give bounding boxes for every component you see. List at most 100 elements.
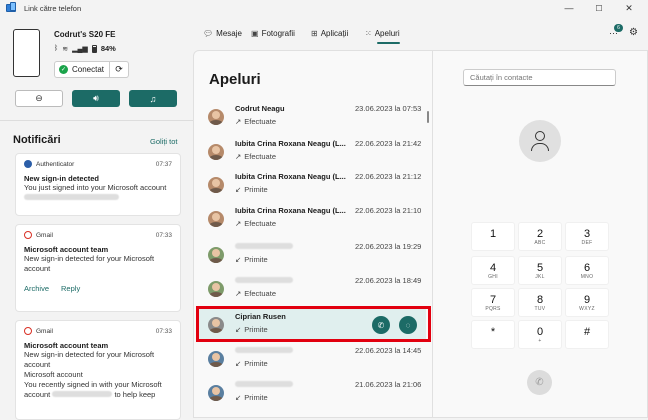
- phone-image: [13, 29, 40, 77]
- contacts-search-input[interactable]: [463, 69, 616, 86]
- dnd-icon: ⊖: [35, 93, 43, 103]
- notification-time: 07:33: [155, 231, 172, 239]
- call-back-button[interactable]: ✆: [372, 316, 390, 334]
- connection-status: ✓ Conectat ⟳: [54, 61, 130, 78]
- dial-call-button[interactable]: ✆: [527, 370, 552, 395]
- battery-icon: [91, 44, 97, 53]
- window-title: Link către telefon: [24, 3, 82, 13]
- refresh-icon: ⟳: [115, 64, 123, 74]
- notifications-heading: Notificări: [13, 134, 61, 146]
- incoming-call-icon: ↙: [235, 393, 242, 402]
- reply-action[interactable]: Reply: [61, 284, 80, 293]
- chat-icon: 💬︎: [203, 28, 214, 38]
- notification-time: 07:33: [155, 327, 172, 335]
- key-2[interactable]: 2 ABC: [518, 222, 562, 251]
- device-name: Codrut's S20 FE: [54, 30, 116, 39]
- divider: [0, 120, 193, 121]
- call-item[interactable]: ↙ Primite 21.06.2023 la 21:06: [198, 377, 426, 408]
- phone-link-app-icon: [6, 2, 16, 12]
- incoming-call-icon: ↙: [235, 325, 242, 334]
- minimize-button[interactable]: —: [554, 0, 584, 16]
- key-3[interactable]: 3 DEF: [565, 222, 609, 251]
- key-6[interactable]: 6 MNO: [565, 256, 609, 285]
- chat-icon: ◌: [405, 320, 411, 330]
- notification-card[interactable]: Gmail 07:33 Microsoft account team New s…: [15, 224, 181, 312]
- sync-button[interactable]: ⟳: [110, 64, 128, 75]
- bluetooth-icon: ᛒ: [54, 45, 59, 52]
- media-button[interactable]: ♫: [129, 90, 177, 107]
- call-item[interactable]: Iubita Crina Roxana Neagu (L... ↗ Efectua…: [198, 136, 426, 167]
- do-not-disturb-button[interactable]: ⊖: [15, 90, 63, 107]
- check-icon: ✓: [59, 65, 68, 74]
- call-item[interactable]: ↗ Efectuate 22.06.2023 la 18:49: [198, 273, 426, 304]
- archive-action[interactable]: Archive: [24, 284, 49, 293]
- redacted-name: [235, 381, 293, 387]
- redacted-text: [52, 391, 113, 397]
- avatar: [208, 385, 224, 401]
- notification-title: New sign-in detected: [24, 174, 100, 183]
- key-1[interactable]: 1: [471, 222, 515, 251]
- title-bar: Link către telefon: [0, 0, 648, 16]
- gmail-icon: [24, 231, 32, 239]
- outgoing-call-icon: ↗: [235, 152, 242, 161]
- avatar: [208, 109, 224, 125]
- call-item[interactable]: Codrut Neagu ↗ Efectuate 23.06.2023 la 07…: [198, 101, 426, 132]
- tab-calls[interactable]: ⁙ Apeluri: [365, 24, 400, 44]
- phone-icon: ✆: [535, 377, 544, 388]
- notification-card[interactable]: Gmail 07:33 Microsoft account team New s…: [15, 320, 181, 420]
- maximize-button[interactable]: ☐: [584, 0, 614, 16]
- tab-messages[interactable]: 💬︎ Mesaje: [203, 24, 242, 42]
- music-note-icon: ♫: [149, 93, 157, 104]
- key-7[interactable]: 7 PQRS: [471, 288, 515, 317]
- phone-icon: ✆: [377, 320, 385, 330]
- redacted-name: [235, 243, 293, 249]
- incoming-call-icon: ↙: [235, 255, 242, 264]
- tab-apps[interactable]: ⊞ Aplicații: [311, 24, 348, 42]
- message-button[interactable]: ◌: [399, 316, 417, 334]
- volume-button[interactable]: 🔊︎: [72, 90, 120, 107]
- avatar: [208, 144, 224, 160]
- key-4[interactable]: 4 GHI: [471, 256, 515, 285]
- key-0[interactable]: 0 +: [518, 320, 562, 349]
- outgoing-call-icon: ↗: [235, 117, 242, 126]
- main-tabs: 💬︎ Mesaje ▣ Fotografii ⊞ Aplicații ⁙ Apeluri: [193, 24, 648, 44]
- notification-count-badge: 6: [614, 24, 623, 32]
- wifi-icon: ≋: [62, 45, 69, 53]
- key-8[interactable]: 8 TUV: [518, 288, 562, 317]
- speaker-icon: 🔊︎: [93, 93, 99, 103]
- notification-body: You recently signed in with your Microso…: [24, 380, 162, 389]
- key-9[interactable]: 9 WXYZ: [565, 288, 609, 317]
- tab-photos[interactable]: ▣ Fotografii: [251, 24, 295, 42]
- key-star[interactable]: *: [471, 320, 515, 349]
- redacted-text: [24, 194, 119, 200]
- connection-label: Conectat: [72, 65, 105, 74]
- outgoing-call-icon: ↗: [235, 219, 242, 228]
- close-button[interactable]: ✕: [614, 0, 644, 16]
- notification-title: Microsoft account team: [24, 245, 109, 254]
- device-status-row: ᛒ ≋ ▂▄▆ 84%: [54, 44, 116, 53]
- call-item[interactable]: Iubita Crina Roxana Neagu (L... ↗ Efectua…: [198, 203, 426, 234]
- outgoing-call-icon: ↗: [235, 289, 242, 298]
- notification-app: Authenticator: [36, 160, 75, 168]
- notification-body: account: [24, 360, 51, 369]
- scrollbar[interactable]: [427, 111, 429, 123]
- calls-heading: Apeluri: [209, 71, 261, 88]
- key-5[interactable]: 5 JKL: [518, 256, 562, 285]
- call-item-selected[interactable]: Ciprian Rusen ↙ Primite ✆ ◌: [198, 309, 426, 340]
- avatar: [208, 281, 224, 297]
- avatar: [208, 351, 224, 367]
- notification-body: New sign-in detected for your Microsoft: [24, 254, 155, 263]
- notification-body: New sign-in detected for your Microsoft: [24, 350, 155, 359]
- redacted-name: [235, 347, 293, 353]
- dialpad-icon: ⁙: [365, 28, 372, 38]
- settings-gear-icon[interactable]: ⚙: [629, 27, 638, 38]
- notification-body: Microsoft account: [24, 370, 83, 379]
- notification-body: account: [24, 390, 51, 399]
- notification-card[interactable]: Authenticator 07:37 New sign-in detected…: [15, 153, 181, 216]
- contact-placeholder-icon: [519, 120, 561, 162]
- clear-all-link[interactable]: Goliți tot: [150, 137, 178, 146]
- call-item[interactable]: ↙ Primite 22.06.2023 la 14:45: [198, 343, 426, 374]
- call-item[interactable]: Iubita Crina Roxana Neagu (L... ↙ Primite…: [198, 169, 426, 200]
- key-hash[interactable]: #: [565, 320, 609, 349]
- call-item[interactable]: ↙ Primite 22.06.2023 la 19:29: [198, 239, 426, 270]
